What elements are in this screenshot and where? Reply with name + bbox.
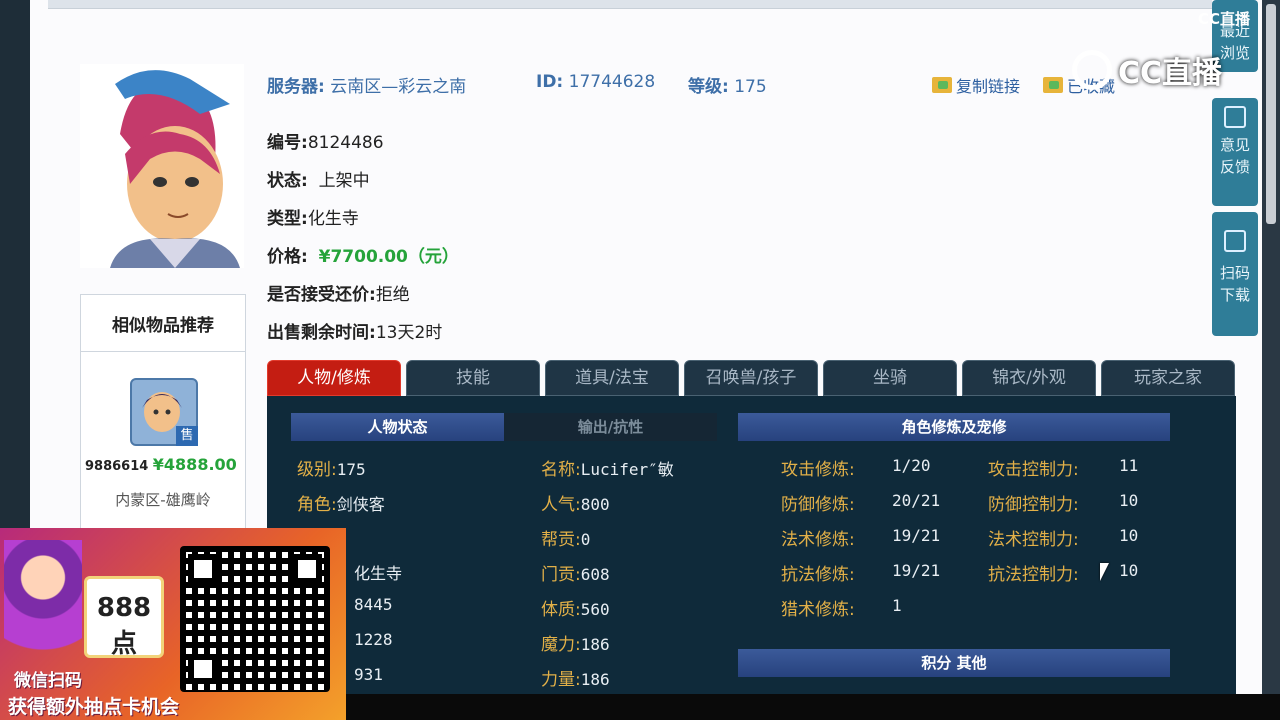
tab-home[interactable]: 玩家之家 — [1101, 360, 1235, 396]
level-info: 等级: 175 — [688, 77, 767, 97]
id-info: ID: 17744628 — [536, 72, 656, 92]
character-avatar — [80, 64, 244, 268]
tab-pets[interactable]: 召唤兽/孩子 — [684, 360, 818, 396]
cult-spell-label: 法术修炼: — [781, 530, 855, 550]
ctrl-resist-label: 抗法控制力: — [988, 565, 1079, 585]
cult-hunt-label: 猎术修炼: — [781, 600, 855, 620]
cult-spell-value: 19/21 — [892, 526, 941, 545]
feedback-label-2: 反馈 — [1219, 158, 1250, 176]
points-card: 888点 — [84, 576, 164, 659]
character-panel: 人物状态 输出/抗性 角色修炼及宠修 积分 其他 级别:175 角色:剑侠客 化… — [267, 396, 1236, 694]
id-value: 17744628 — [568, 72, 656, 92]
cultivation-title: 角色修炼及宠修 — [738, 413, 1170, 441]
cult-resist-label: 抗法修炼: — [781, 565, 855, 585]
cult-hunt-value: 1 — [892, 596, 902, 615]
ctrl-attack-label: 攻击控制力: — [988, 460, 1079, 480]
stat-name: 名称:Lucifer″敏 — [541, 460, 674, 480]
tab-bar: 人物/修炼 技能 道具/法宝 召唤兽/孩子 坐骑 锦衣/外观 玩家之家 — [267, 360, 1235, 396]
subtab-status[interactable]: 人物状态 — [291, 413, 504, 441]
subtab-output[interactable]: 输出/抗性 — [504, 413, 717, 441]
stat-guild-contribution: 帮贡:0 — [541, 530, 591, 550]
status-row: 状态: 上架中 — [267, 171, 370, 191]
scan-label-1: 扫码 — [1219, 264, 1250, 282]
scan-label-2: 下载 — [1219, 286, 1250, 304]
cult-attack-value: 1/20 — [892, 456, 931, 475]
promo-line-2: 获得额外抽点卡机会 — [8, 696, 180, 718]
promo-line-1: 微信扫码 — [14, 671, 82, 691]
stat-strength: 力量:186 — [541, 670, 610, 690]
price-value: ¥7700.00（元） — [318, 247, 459, 267]
tab-outfits[interactable]: 锦衣/外观 — [962, 360, 1096, 396]
similar-item-thumbnail[interactable]: 售 — [130, 378, 198, 446]
similar-items-box: 相似物品推荐 售 9886614 ¥4888.00 内蒙区-雄鹰岭 — [80, 294, 246, 532]
stat-constitution: 体质:560 — [541, 600, 610, 620]
stat-mp: 1228 — [354, 630, 393, 649]
cult-attack-label: 攻击修炼: — [781, 460, 855, 480]
stat-magic: 魔力:186 — [541, 635, 610, 655]
similar-item-server: 内蒙区-雄鹰岭 — [115, 491, 211, 509]
stat-hp: 8445 — [354, 595, 393, 614]
copy-link-label: 复制链接 — [956, 77, 1021, 96]
ctrl-spell-value: 10 — [1119, 526, 1139, 545]
code-row: 编号:8124486 — [267, 133, 384, 153]
stat-school: 化生寺 — [354, 564, 403, 583]
qr-corner-bl — [188, 654, 218, 684]
ctrl-attack-value: 11 — [1119, 456, 1139, 475]
cult-resist-value: 19/21 — [892, 561, 941, 580]
cult-defense-label: 防御修炼: — [781, 495, 855, 515]
ctrl-defense-value: 10 — [1119, 491, 1139, 510]
ctrl-spell-label: 法术控制力: — [988, 530, 1079, 550]
tab-items[interactable]: 道具/法宝 — [545, 360, 679, 396]
type-row: 类型:化生寺 — [267, 209, 359, 229]
remaining-time-row: 出售剩余时间:13天2时 — [267, 323, 443, 343]
cc-logo-icon — [1072, 50, 1112, 90]
bargain-row: 是否接受还价:拒绝 — [267, 285, 410, 305]
similar-item-price-line[interactable]: 9886614 ¥4888.00 — [85, 455, 237, 474]
stat-level: 级别:175 — [297, 460, 366, 480]
watermark-large: CC直播 — [1072, 46, 1242, 94]
copy-link-button[interactable]: 复制链接 — [932, 73, 1020, 97]
similar-items-title: 相似物品推荐 — [81, 295, 245, 352]
stat-school-contribution: 门贡:608 — [541, 565, 610, 585]
stat-popularity: 人气:800 — [541, 495, 610, 515]
scrollbar[interactable] — [1262, 0, 1280, 694]
ctrl-defense-label: 防御控制力: — [988, 495, 1079, 515]
scrollbar-thumb[interactable] — [1266, 4, 1276, 224]
tab-skills[interactable]: 技能 — [406, 360, 540, 396]
ctrl-resist-value: 10 — [1119, 561, 1139, 580]
watermark-small: CC直播 — [1198, 10, 1251, 28]
qr-corner-tr — [292, 554, 322, 584]
scan-icon — [1224, 230, 1246, 252]
sale-badge: 售 — [176, 426, 198, 446]
tab-mounts[interactable]: 坐骑 — [823, 360, 957, 396]
points-card-value: 888点 — [96, 593, 152, 659]
cult-defense-value: 20/21 — [892, 491, 941, 510]
stat-attack: 931 — [354, 665, 383, 684]
tab-character[interactable]: 人物/修炼 — [267, 360, 401, 396]
edit-icon — [1224, 106, 1246, 128]
qr-code[interactable] — [180, 546, 330, 692]
status-subtabs: 人物状态 输出/抗性 — [291, 413, 717, 441]
price-row: 价格: ¥7700.00（元） — [267, 247, 459, 267]
feedback-button[interactable]: 意见 反馈 — [1212, 98, 1258, 206]
points-header: 积分 其他 — [738, 649, 1170, 677]
scan-download-button[interactable]: 扫码 下载 — [1212, 212, 1258, 336]
level-value: 175 — [734, 77, 767, 97]
server-value: 云南区—彩云之南 — [330, 77, 467, 97]
mouse-cursor-icon — [1100, 563, 1109, 581]
qr-corner-tl — [188, 554, 218, 584]
stat-role: 角色:剑侠客 — [297, 495, 385, 515]
points-title: 积分 其他 — [738, 649, 1170, 677]
top-strip — [48, 0, 1212, 9]
server-info: 服务器: 云南区—彩云之南 — [267, 77, 467, 97]
promo-overlay[interactable]: 888点 微信扫码 获得额外抽点卡机会 — [0, 528, 346, 720]
cultivation-header: 角色修炼及宠修 — [738, 413, 1170, 441]
folder-link-icon — [932, 77, 952, 93]
feedback-label-1: 意见 — [1219, 136, 1250, 154]
folder-add-icon — [1043, 77, 1063, 93]
